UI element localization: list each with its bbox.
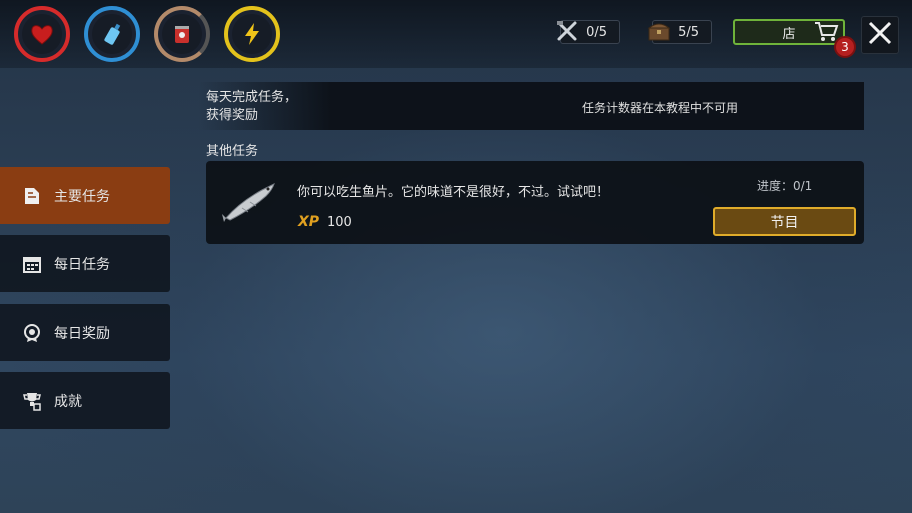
close-button[interactable] [861, 16, 899, 54]
task-progress: 进度：0/1 [757, 179, 813, 193]
shop-button[interactable]: 店 [733, 19, 845, 45]
xp-icon: XP [298, 214, 320, 230]
section-label-other-tasks: 其他任务 [206, 144, 259, 159]
chest-count: 5/5 [678, 24, 699, 40]
tools-icon [553, 17, 581, 45]
calendar-icon [22, 254, 42, 274]
cart-badge: 3 [834, 36, 856, 58]
medal-icon [22, 323, 42, 343]
food-stat[interactable] [154, 6, 210, 62]
daily-title: 每天完成任务， 获得奖励 [206, 90, 298, 123]
program-button-label: 节目 [770, 214, 799, 231]
water-stat[interactable] [84, 6, 140, 62]
task-description: 你可以吃生鱼片。它的味道不是很好，不过。试试吧！ [297, 185, 610, 200]
daily-note: 任务计数器在本教程中不可用 [581, 101, 738, 115]
tools-counter[interactable]: 0/5 [557, 20, 620, 44]
trophy-icon [22, 391, 42, 411]
sidebar-item-label: 成就 [54, 393, 82, 410]
xp-value: 100 [327, 215, 352, 230]
health-stat[interactable] [14, 6, 70, 62]
sidebar-item-label: 每日奖励 [54, 325, 110, 342]
sidebar-item-achievements[interactable]: 成就 [0, 372, 170, 429]
close-icon [867, 20, 893, 50]
energy-stat[interactable] [224, 6, 280, 62]
chest-icon [645, 17, 673, 45]
program-button[interactable]: 节目 [713, 207, 856, 236]
sidebar-item-main-quests[interactable]: 主要任务 [0, 167, 170, 224]
tools-count: 0/5 [586, 24, 607, 40]
fish-icon [222, 180, 278, 226]
sidebar-item-daily-rewards[interactable]: 每日奖励 [0, 304, 170, 361]
shop-label: 店 [782, 26, 796, 42]
main-quest-icon [22, 186, 42, 206]
sidebar-item-label: 主要任务 [54, 188, 110, 205]
chest-counter[interactable]: 5/5 [647, 20, 712, 44]
sidebar-item-daily-tasks[interactable]: 每日任务 [0, 235, 170, 292]
sidebar-item-label: 每日任务 [54, 256, 110, 273]
